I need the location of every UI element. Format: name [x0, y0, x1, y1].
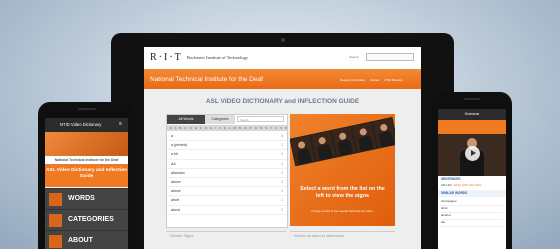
grid-icon: [49, 214, 62, 227]
desktop-screen: R·I·T Rochester Institute of Technology …: [144, 47, 421, 249]
speaker-icon: [78, 108, 96, 110]
speaker-icon: [464, 98, 480, 100]
list-item[interactable]: bar: [441, 220, 503, 227]
word-row[interactable]: abandon 2: [167, 169, 287, 178]
dictionary-title: ASL VIDEO DICTIONARY and INFLECTION GUID…: [205, 98, 360, 105]
menu-item-words[interactable]: WORDS: [45, 188, 128, 209]
list-item[interactable]: drink: [441, 206, 503, 213]
top-nav-contact[interactable]: Contact: [370, 78, 380, 82]
word-row[interactable]: above 1: [167, 187, 287, 197]
hamburger-menu-icon[interactable]: ≡: [119, 122, 124, 127]
rit-logo[interactable]: R·I·T: [150, 52, 183, 63]
tab-all-words[interactable]: All Words: [167, 115, 205, 124]
menu-item-categories[interactable]: CATEGORIES: [45, 209, 128, 230]
desktop-monitor: R·I·T Rochester Institute of Technology …: [111, 33, 454, 249]
sign-video[interactable]: [438, 134, 506, 176]
list-item[interactable]: alcohol: [441, 213, 503, 220]
video-panel: Select a word from the list on the left …: [290, 114, 395, 226]
phone-left: NTID Video Dictionary ≡ National Technic…: [38, 102, 135, 249]
asl-dictionary-title: ASL Video Dictionary and Inflection Guid…: [45, 168, 128, 179]
divider: [290, 231, 395, 232]
book-icon: [49, 193, 62, 206]
sentence-row[interactable]: ADJ 4/2 WHQ ENG WQ NEG: [441, 183, 503, 187]
site-search-input[interactable]: [366, 53, 414, 61]
filmstrip-image: [290, 117, 395, 172]
similar-signs-heading: Similar Signs: [170, 233, 194, 238]
word-row[interactable]: abort 1: [167, 196, 287, 206]
word-row[interactable]: a3: [167, 132, 287, 142]
menu-item-about[interactable]: ABOUT: [45, 230, 128, 249]
ntid-banner-title: National Technical Institute for the Dea…: [150, 76, 263, 83]
alphabet-filter[interactable]: # A B C D E F G H I J K L M N O P Q R S …: [167, 125, 287, 131]
phone-right-screen: Grammar SENTENCES ADJ 4/2 WHQ ENG WQ NEG …: [438, 109, 506, 249]
top-nav-directory[interactable]: NTID Directory: [384, 78, 403, 82]
word-row[interactable]: AA 1: [167, 160, 287, 169]
play-icon[interactable]: [465, 146, 480, 161]
word-row[interactable]: about 3: [167, 206, 287, 215]
word-row[interactable]: a bit 2: [167, 150, 287, 160]
camera-dot: [281, 38, 285, 42]
word-list: a3 a (printed) 1 a bit 2 AA 1 abandon 2 abov…: [167, 132, 287, 215]
words-in-sentences-heading: Words as used in sentences: [294, 233, 345, 238]
similar-words-list: champagne drink alcohol bar: [441, 199, 503, 227]
top-nav: Request Information Contact NTID Directo…: [340, 78, 407, 82]
divider: [166, 231, 286, 232]
phone-right: Grammar SENTENCES ADJ 4/2 WHQ ENG WQ NEG …: [432, 92, 512, 249]
select-word-hint: or type a word in the search field and h…: [311, 209, 374, 213]
info-icon: [49, 235, 62, 248]
phone-left-screen: NTID Video Dictionary ≡ National Technic…: [45, 118, 128, 249]
list-item[interactable]: champagne: [441, 199, 503, 206]
site-search-label: Search: [349, 55, 359, 59]
institute-name: Rochester Institute of Technology: [187, 55, 248, 60]
app-title: NTID Video Dictionary: [60, 122, 102, 127]
word-row[interactable]: above 2: [167, 178, 287, 188]
app-title: Grammar: [464, 112, 480, 116]
ntid-subtitle: National Technical Institute for the Dea…: [54, 158, 119, 162]
similar-words-heading: SIMILAR WORDS: [441, 191, 468, 195]
word-search-input[interactable]: Search: [237, 116, 284, 122]
top-nav-request-info[interactable]: Request Information: [340, 78, 365, 82]
tab-categories[interactable]: Categories: [205, 115, 235, 124]
word-row[interactable]: a (printed) 1: [167, 141, 287, 151]
word-panel: All Words Categories Search # A B C D E …: [166, 114, 288, 228]
hero-image: [45, 132, 128, 156]
orange-band: [438, 120, 506, 134]
select-word-message: Select a word from the list on the left …: [300, 186, 385, 199]
sentences-heading: SENTENCES: [441, 177, 461, 181]
